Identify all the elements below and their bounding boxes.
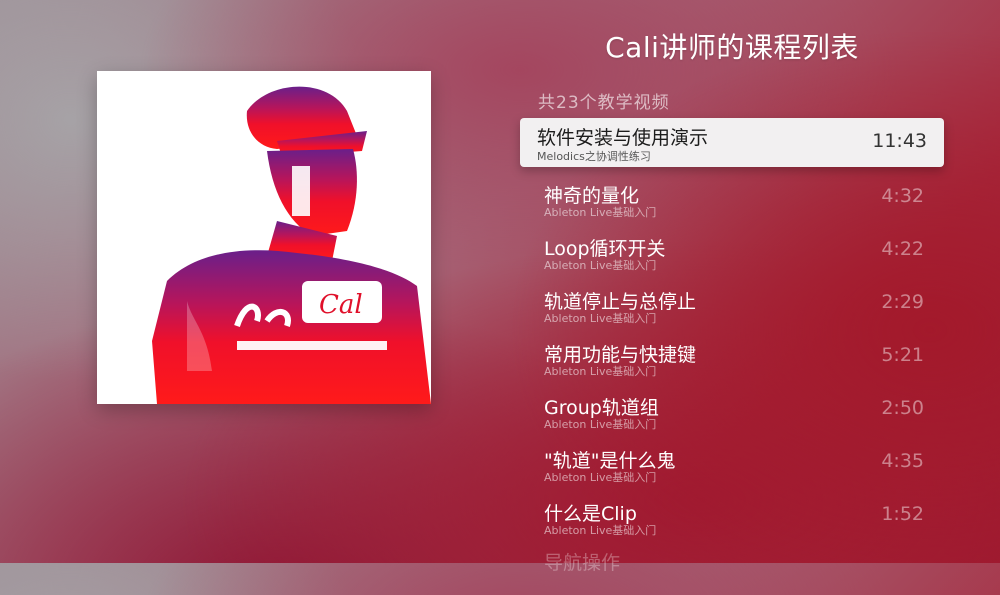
video-subtitle: Ableton Live基础入门 bbox=[544, 418, 657, 431]
video-list-item[interactable]: 导航操作 bbox=[520, 542, 944, 595]
video-list: 软件安装与使用演示 Melodics之协调性练习 11:43 神奇的量化 Abl… bbox=[520, 118, 944, 595]
instructor-illustration: Cal bbox=[152, 86, 431, 404]
video-duration: 11:43 bbox=[872, 130, 927, 152]
video-list-item[interactable]: 什么是Clip Ableton Live基础入门 1:52 bbox=[520, 489, 944, 542]
video-subtitle: Ableton Live基础入门 bbox=[544, 471, 657, 484]
video-duration: 5:21 bbox=[881, 344, 924, 366]
video-title: 导航操作 bbox=[544, 552, 621, 574]
video-subtitle: Ableton Live基础入门 bbox=[544, 259, 657, 272]
video-duration: 4:22 bbox=[881, 238, 924, 260]
video-subtitle: Ableton Live基础入门 bbox=[544, 312, 657, 325]
video-duration: 1:52 bbox=[881, 503, 924, 525]
video-list-item[interactable]: Loop循环开关 Ableton Live基础入门 4:22 bbox=[520, 224, 944, 277]
page-title: Cali讲师的课程列表 bbox=[605, 31, 859, 64]
video-subtitle: Ableton Live基础入门 bbox=[544, 365, 657, 378]
video-duration: 2:50 bbox=[881, 397, 924, 419]
shirt-logo-text: Cal bbox=[319, 290, 363, 320]
video-subtitle: Ableton Live基础入门 bbox=[544, 206, 657, 219]
video-subtitle: Melodics之协调性练习 bbox=[537, 150, 651, 163]
video-subtitle: Ableton Live基础入门 bbox=[544, 524, 657, 537]
video-list-item[interactable]: 常用功能与快捷键 Ableton Live基础入门 5:21 bbox=[520, 330, 944, 383]
video-list-item[interactable]: 轨道停止与总停止 Ableton Live基础入门 2:29 bbox=[520, 277, 944, 330]
video-title: 软件安装与使用演示 bbox=[537, 127, 709, 149]
video-list-item[interactable]: Group轨道组 Ableton Live基础入门 2:50 bbox=[520, 383, 944, 436]
video-list-item[interactable]: 软件安装与使用演示 Melodics之协调性练习 11:43 bbox=[520, 118, 944, 167]
video-list-item[interactable]: "轨道"是什么鬼 Ableton Live基础入门 4:35 bbox=[520, 436, 944, 489]
course-artwork[interactable]: Cal bbox=[97, 71, 431, 404]
video-duration: 2:29 bbox=[881, 291, 924, 313]
video-count-label: 共23个教学视频 bbox=[538, 93, 670, 113]
video-duration: 4:32 bbox=[881, 185, 924, 207]
video-list-item[interactable]: 神奇的量化 Ableton Live基础入门 4:32 bbox=[520, 171, 944, 224]
video-duration: 4:35 bbox=[881, 450, 924, 472]
